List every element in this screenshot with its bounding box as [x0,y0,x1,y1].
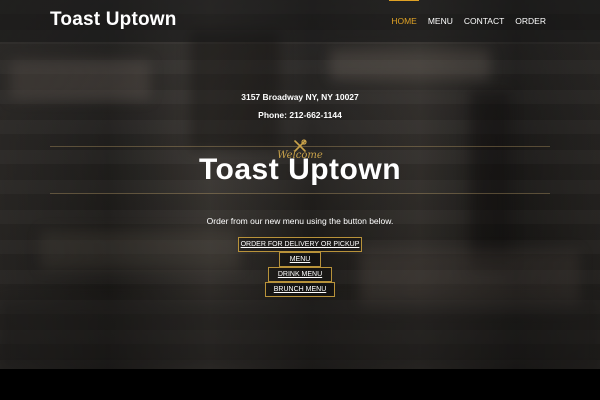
nav-contact[interactable]: CONTACT [464,16,504,26]
brunch-menu-button[interactable]: BRUNCH MENU [265,282,335,297]
nav-order[interactable]: ORDER [515,16,546,26]
main-nav: HOME MENU CONTACT ORDER [389,0,546,26]
address-text: 3157 Broadway NY, NY 10027 [241,92,359,102]
drink-menu-button[interactable]: DRINK MENU [268,267,332,282]
header-bar: Toast Uptown HOME MENU CONTACT ORDER [0,0,600,42]
order-delivery-button[interactable]: ORDER FOR DELIVERY OR PICKUP [238,237,362,252]
nav-home[interactable]: HOME [389,0,419,26]
hero-lead-text: Order from our new menu using the button… [206,216,394,226]
menu-button[interactable]: MENU [279,252,321,267]
hero-content: 3157 Broadway NY, NY 10027 Phone: 212-66… [0,0,600,369]
footer-bar [0,369,600,400]
site-logo-link[interactable]: Toast Uptown [50,9,177,31]
divider-bottom [50,193,550,194]
phone-text: Phone: 212-662-1144 [258,110,342,120]
nav-menu[interactable]: MENU [428,16,453,26]
hero-title: Toast Uptown [198,153,402,186]
